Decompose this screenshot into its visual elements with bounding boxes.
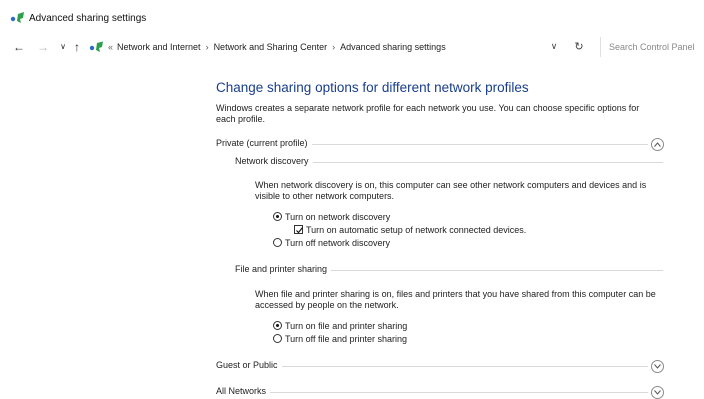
page-description: Windows creates a separate network profi… — [216, 103, 640, 124]
turn-off-network-discovery-label: Turn off network discovery — [285, 238, 391, 248]
expand-all-networks-button[interactable] — [651, 386, 664, 399]
divider — [216, 392, 648, 393]
network-sharing-icon — [10, 12, 24, 23]
turn-on-file-printer-sharing-label: Turn on file and printer sharing — [285, 321, 408, 331]
breadcrumb-advanced-sharing-settings[interactable]: Advanced sharing settings — [340, 42, 446, 52]
chevron-down-icon — [654, 364, 661, 369]
turn-on-network-discovery-option[interactable]: Turn on network discovery — [273, 211, 390, 223]
network-discovery-label: Network discovery — [235, 156, 313, 166]
collapse-private-button[interactable] — [651, 138, 664, 151]
checkmark-icon — [296, 227, 303, 234]
search-placeholder: Search Control Panel — [609, 42, 695, 52]
breadcrumb-overflow[interactable]: « — [108, 42, 113, 52]
auto-setup-option[interactable]: Turn on automatic setup of network conne… — [294, 224, 526, 236]
title-bar: Advanced sharing settings — [0, 0, 704, 36]
radio-button[interactable] — [273, 321, 282, 330]
chevron-down-icon — [654, 390, 661, 395]
breadcrumb: « Network and Internet › Network and Sharin… — [108, 42, 446, 52]
turn-on-network-discovery-label: Turn on network discovery — [285, 212, 391, 222]
radio-button[interactable] — [273, 334, 282, 343]
window-title: Advanced sharing settings — [29, 13, 147, 24]
control-panel-icon — [89, 41, 103, 52]
search-input[interactable]: Search Control Panel — [600, 37, 704, 57]
refresh-icon[interactable]: ↻ — [572, 39, 586, 55]
chevron-right-icon[interactable]: › — [206, 42, 209, 52]
private-profile-header[interactable]: Private (current profile) — [216, 138, 312, 148]
all-networks-header[interactable]: All Networks — [216, 386, 271, 396]
navigation-bar: ← → ∨ ↑ « Network and Internet › Network an… — [0, 36, 704, 60]
turn-off-file-printer-sharing-option[interactable]: Turn off file and printer sharing — [273, 333, 407, 345]
turn-off-file-printer-sharing-label: Turn off file and printer sharing — [285, 334, 408, 344]
file-printer-sharing-label: File and printer sharing — [235, 264, 332, 274]
turn-on-file-printer-sharing-option[interactable]: Turn on file and printer sharing — [273, 320, 407, 332]
file-printer-sharing-description: When file and printer sharing is on, fil… — [255, 289, 656, 310]
guest-public-header[interactable]: Guest or Public — [216, 360, 282, 370]
chevron-up-icon — [654, 142, 661, 147]
address-dropdown-icon[interactable]: ∨ — [548, 41, 560, 53]
auto-setup-label: Turn on automatic setup of network conne… — [306, 225, 527, 235]
chevron-down-icon[interactable]: ∨ — [56, 39, 70, 55]
page-title: Change sharing options for different net… — [216, 80, 529, 95]
forward-arrow-icon[interactable]: → — [36, 39, 50, 55]
back-arrow-icon[interactable]: ← — [12, 39, 26, 55]
up-arrow-icon[interactable]: ↑ — [70, 39, 84, 55]
radio-button[interactable] — [273, 212, 282, 221]
checkbox[interactable] — [294, 225, 303, 234]
expand-guest-public-button[interactable] — [651, 360, 664, 373]
turn-off-network-discovery-option[interactable]: Turn off network discovery — [273, 237, 390, 249]
address-bar[interactable]: « Network and Internet › Network and Sharin… — [86, 37, 572, 57]
breadcrumb-network-and-sharing-center[interactable]: Network and Sharing Center — [214, 42, 328, 52]
breadcrumb-network-and-internet[interactable]: Network and Internet — [117, 42, 201, 52]
network-discovery-description: When network discovery is on, this compu… — [255, 180, 647, 201]
chevron-right-icon[interactable]: › — [332, 42, 335, 52]
radio-button[interactable] — [273, 238, 282, 247]
